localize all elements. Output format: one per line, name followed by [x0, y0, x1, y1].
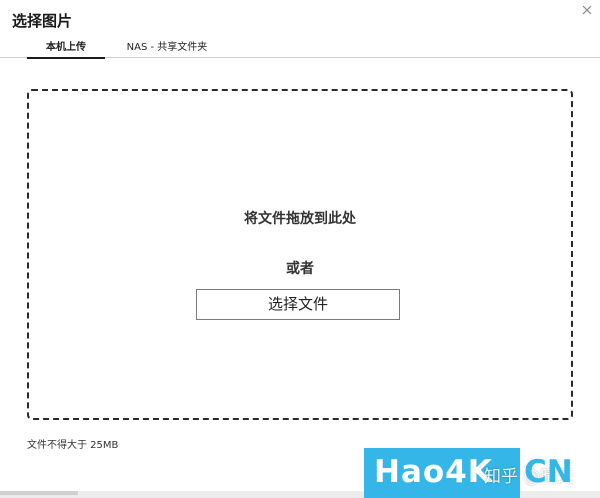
file-size-limit-note: 文件不得大于 25MB	[27, 440, 119, 451]
close-button[interactable]	[581, 4, 593, 16]
watermark: Hao4K 知乎 @晴天 CN	[364, 448, 600, 498]
drop-instruction: 将文件拖放到此处	[244, 211, 356, 227]
scrollbar-thumb[interactable]	[0, 491, 78, 495]
or-separator: 或者	[286, 261, 314, 277]
tab-nas-shared-folder[interactable]: NAS - 共享文件夹	[122, 40, 212, 58]
tab-local-upload[interactable]: 本机上传	[27, 40, 105, 59]
choose-file-button[interactable]: 选择文件	[196, 289, 400, 320]
watermark-brand: Hao4K	[374, 454, 493, 490]
tab-bar: 本机上传 NAS - 共享文件夹	[0, 40, 600, 59]
file-drop-zone[interactable]: 将文件拖放到此处 或者 选择文件	[27, 89, 573, 420]
close-icon	[581, 4, 593, 16]
dialog-title: 选择图片	[12, 12, 73, 30]
select-image-dialog: 选择图片 本机上传 NAS - 共享文件夹 将文件拖放到此处 或者 选择文件 文…	[0, 0, 600, 498]
watermark-suffix: CN	[524, 454, 573, 490]
